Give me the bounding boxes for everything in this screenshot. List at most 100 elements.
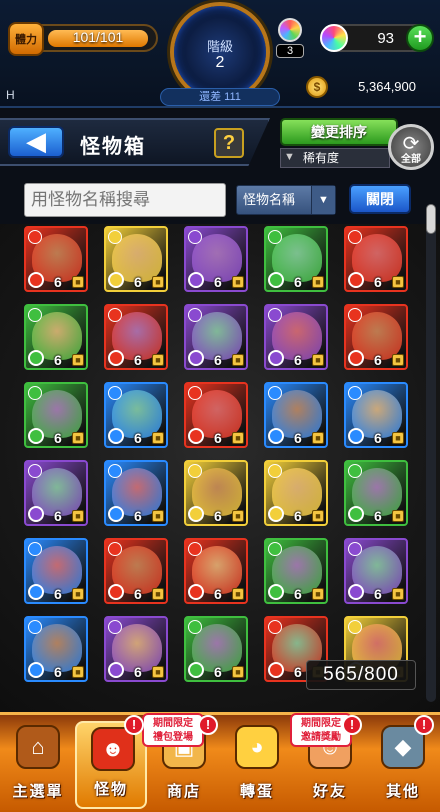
lock-icon: ■ xyxy=(232,432,244,444)
monster-card[interactable]: 6■ xyxy=(24,382,88,448)
rarity-badge-icon xyxy=(348,542,362,556)
filter-icon: ▼ xyxy=(284,151,295,163)
page-header: ◀ 怪物箱 ? 變更排序 稀有度 ▼ ⟳ 全部 xyxy=(0,110,440,174)
monster-card[interactable]: 6■ xyxy=(24,304,88,370)
rarity-badge-icon xyxy=(348,620,362,634)
monster-card[interactable]: 6■ xyxy=(264,538,328,604)
lock-icon: ■ xyxy=(152,510,164,522)
search-field-value: 怪物名稱 xyxy=(243,192,296,207)
sort-value[interactable]: 稀有度 xyxy=(280,148,390,168)
coin-amount: 5,364,900 xyxy=(358,79,416,94)
other-alert-badge: ! xyxy=(414,715,434,735)
monster-level: 6 xyxy=(134,586,142,602)
monster-alert-badge: ! xyxy=(124,715,144,735)
fire-element-icon xyxy=(108,350,124,366)
monster-card[interactable]: 6■ xyxy=(264,226,328,292)
monster-level: 6 xyxy=(374,352,382,368)
monster-search-input[interactable] xyxy=(24,183,226,217)
add-gems-button[interactable]: + xyxy=(406,24,434,52)
lock-icon: ■ xyxy=(312,276,324,288)
monster-card[interactable]: 6■ xyxy=(344,460,408,526)
rank-emblem[interactable]: 階級 2 xyxy=(170,2,270,102)
fire-element-icon xyxy=(348,272,364,288)
help-button[interactable]: ? xyxy=(214,128,244,158)
monster-card[interactable]: 6■ xyxy=(264,382,328,448)
monster-card[interactable]: 6■ xyxy=(184,460,248,526)
monster-card[interactable]: 6■ xyxy=(104,382,168,448)
monster-card[interactable]: 6■ xyxy=(264,460,328,526)
monster-card[interactable]: 6■ xyxy=(104,538,168,604)
lock-icon: ■ xyxy=(392,510,404,522)
monster-card[interactable]: 6■ xyxy=(264,304,328,370)
rank-label: 階級 xyxy=(206,39,233,54)
fire-element-icon xyxy=(188,428,204,444)
fire-element-icon xyxy=(108,584,124,600)
rarity-badge-icon xyxy=(268,230,282,244)
nav-item-home[interactable]: ⌂ 主選單 xyxy=(2,721,74,809)
nav-label: 怪物 xyxy=(93,781,128,798)
monster-level: 6 xyxy=(54,508,62,524)
monster-card[interactable]: 6■ xyxy=(104,460,168,526)
monster-card[interactable]: 6■ xyxy=(184,616,248,682)
wood-element-icon xyxy=(348,506,364,522)
lock-icon: ■ xyxy=(72,666,84,678)
page-title: 怪物箱 xyxy=(80,136,146,158)
monster-card[interactable]: 6■ xyxy=(344,538,408,604)
light-element-icon xyxy=(268,506,284,522)
monster-level: 6 xyxy=(214,586,222,602)
orb-counter[interactable]: 3 xyxy=(276,18,304,58)
monster-card[interactable]: 6■ xyxy=(344,226,408,292)
monster-card[interactable]: 6■ xyxy=(104,304,168,370)
monster-card[interactable]: 6■ xyxy=(104,616,168,682)
wood-element-icon xyxy=(28,350,44,366)
monster-card[interactable]: 6■ xyxy=(24,616,88,682)
scrollbar-track[interactable] xyxy=(426,224,436,702)
monster-level: 6 xyxy=(294,352,302,368)
light-element-icon xyxy=(108,272,124,288)
monster-level: 6 xyxy=(214,508,222,524)
monster-level: 6 xyxy=(294,664,302,680)
gem-icon xyxy=(320,24,348,52)
lock-icon: ■ xyxy=(392,354,404,366)
rarity-badge-icon xyxy=(108,308,122,322)
close-search-button[interactable]: 關閉 xyxy=(349,184,411,214)
monster-card[interactable]: 6■ xyxy=(24,226,88,292)
monster-level: 6 xyxy=(54,352,62,368)
scrollbar-thumb[interactable] xyxy=(426,204,436,234)
search-row: 怪物名稱 ▼ 關閉 xyxy=(0,174,440,224)
monster-card[interactable]: 6■ xyxy=(104,226,168,292)
friend-alert-badge: ! xyxy=(342,715,362,735)
lock-icon: ■ xyxy=(312,354,324,366)
stamina-meter: 體力 101/101 xyxy=(8,22,158,56)
monster-card[interactable]: 6■ xyxy=(184,538,248,604)
coin-icon: $ xyxy=(306,76,328,98)
back-button[interactable]: ◀ xyxy=(8,126,64,158)
monster-card[interactable]: 6■ xyxy=(24,538,88,604)
lock-icon: ■ xyxy=(72,354,84,366)
search-field-select[interactable]: 怪物名稱 ▼ xyxy=(236,185,336,215)
all-filter-button[interactable]: ⟳ 全部 xyxy=(388,124,434,170)
rarity-badge-icon xyxy=(348,464,362,478)
water-element-icon xyxy=(108,506,124,522)
monster-grid[interactable]: 6 ■ 6 ■ 6 ■ 6 ■ 6 ■ 6 ■ 6 ■ 6 ■ 6 ■ 6 ■ 6 ■ 6 ■ 6 ■ 6 ■ 6 ■ 6 ■ 6 ■ 6 ■ 6 ■ 6 ■… xyxy=(0,224,440,712)
monster-card[interactable]: 6■ xyxy=(344,382,408,448)
monster-card[interactable]: 6■ xyxy=(24,460,88,526)
monster-card[interactable]: 6■ xyxy=(344,304,408,370)
nav-item-other[interactable]: ◆ 其他 xyxy=(367,721,439,809)
monster-card[interactable]: 6■ xyxy=(184,226,248,292)
rarity-badge-icon xyxy=(268,464,282,478)
orb-icon xyxy=(278,18,302,42)
lock-icon: ■ xyxy=(232,354,244,366)
change-sort-button[interactable]: 變更排序 xyxy=(280,118,398,146)
lock-icon: ■ xyxy=(72,432,84,444)
monster-level: 6 xyxy=(294,430,302,446)
lock-icon: ■ xyxy=(232,588,244,600)
monster-level: 6 xyxy=(134,430,142,446)
nav-item-gacha[interactable]: ◕ 轉蛋 xyxy=(221,721,293,809)
rarity-badge-icon xyxy=(108,230,122,244)
monster-card[interactable]: 6■ xyxy=(184,304,248,370)
rarity-badge-icon xyxy=(188,230,202,244)
rarity-badge-icon xyxy=(188,386,202,400)
monster-card[interactable]: 6■ xyxy=(184,382,248,448)
lock-icon: ■ xyxy=(152,276,164,288)
